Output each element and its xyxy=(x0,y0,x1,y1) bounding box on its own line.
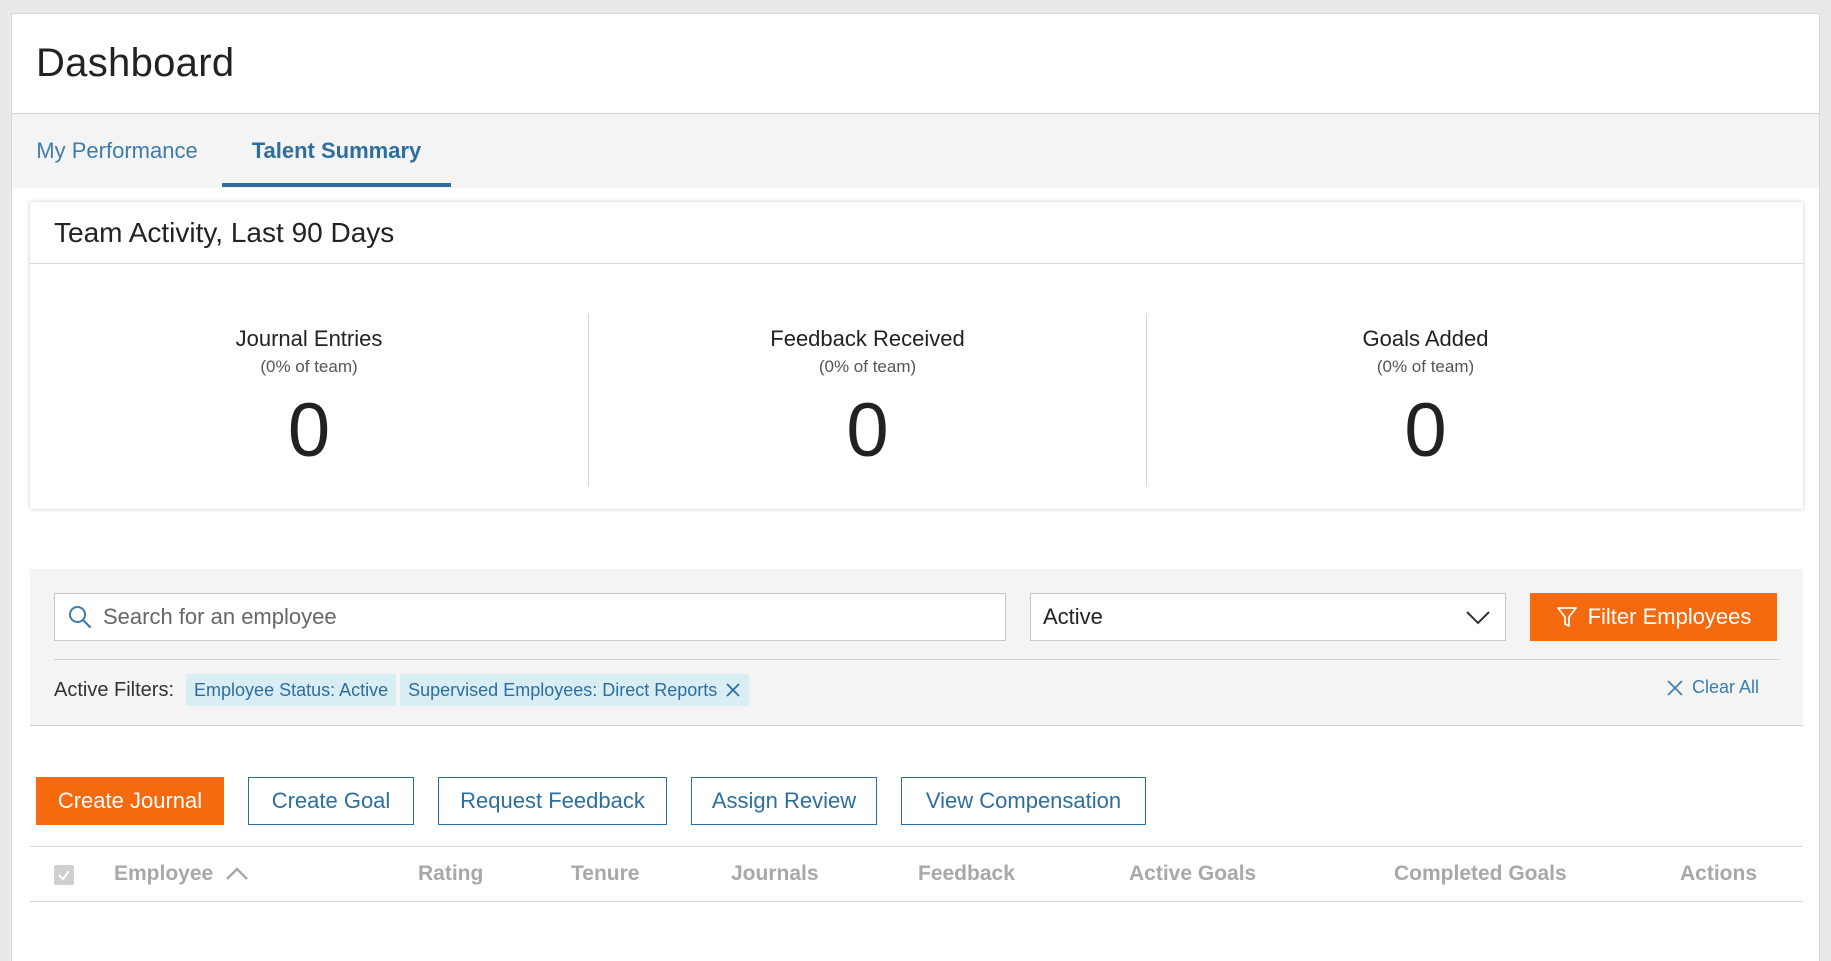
checkbox-icon xyxy=(58,870,70,881)
search-input[interactable] xyxy=(103,604,1005,630)
column-header-completed-goals[interactable]: Completed Goals xyxy=(1394,847,1567,901)
talent-summary-content: Team Activity, Last 90 Days Journal Entr… xyxy=(12,188,1819,961)
page-header: Dashboard xyxy=(12,14,1819,114)
view-compensation-button[interactable]: View Compensation xyxy=(901,777,1146,825)
employee-table-header: Employee Rating Tenure Journals Feedback… xyxy=(30,846,1803,902)
active-filters-row: Active Filters: Employee Status: Active … xyxy=(54,673,1779,707)
clear-all-label: Clear All xyxy=(1691,677,1759,697)
column-header-feedback[interactable]: Feedback xyxy=(918,847,1015,901)
team-activity-stats: Journal Entries (0% of team) 0 Feedback … xyxy=(30,314,1704,486)
column-header-actions: Actions xyxy=(1680,862,1758,885)
stat-value: 0 xyxy=(287,388,331,473)
chevron-down-icon xyxy=(1466,611,1490,625)
stat-journal-entries: Journal Entries (0% of team) 0 xyxy=(30,314,588,486)
stat-label: Journal Entries xyxy=(235,326,383,351)
tab-bar: My Performance Talent Summary xyxy=(12,114,1819,187)
page: Dashboard My Performance Talent Summary … xyxy=(11,13,1820,961)
active-filters-label: Active Filters: xyxy=(54,678,175,701)
divider xyxy=(30,725,1803,726)
clear-all-filters-button[interactable]: Clear All xyxy=(1666,677,1759,698)
request-feedback-button[interactable]: Request Feedback xyxy=(438,777,667,825)
assign-review-button[interactable]: Assign Review xyxy=(691,777,877,825)
team-activity-header: Team Activity, Last 90 Days xyxy=(30,202,1803,264)
create-journal-button[interactable]: Create Journal xyxy=(36,777,224,825)
filter-employees-button[interactable]: Filter Employees xyxy=(1530,593,1777,641)
column-header-active-goals[interactable]: Active Goals xyxy=(1129,847,1256,901)
divider xyxy=(54,659,1779,660)
create-goal-button[interactable]: Create Goal xyxy=(248,777,414,825)
team-activity-card: Team Activity, Last 90 Days Journal Entr… xyxy=(30,202,1803,509)
stat-feedback-received: Feedback Received (0% of team) 0 xyxy=(588,314,1146,486)
stat-goals-added: Goals Added (0% of team) 0 xyxy=(1146,314,1704,486)
stat-label: Feedback Received xyxy=(770,326,965,351)
filter-icon xyxy=(1556,607,1577,627)
select-all-checkbox[interactable] xyxy=(54,865,74,885)
column-header-rating[interactable]: Rating xyxy=(418,847,483,901)
status-select[interactable]: Active xyxy=(1030,593,1506,641)
tab-talent-summary[interactable]: Talent Summary xyxy=(222,114,451,187)
status-select-value: Active xyxy=(1043,604,1103,629)
filter-chip-employee-status: Employee Status: Active xyxy=(186,674,397,706)
column-header-employee[interactable]: Employee xyxy=(114,847,249,901)
employee-filter-bar: Active Filter Employees Active Filters: … xyxy=(30,569,1803,725)
column-header-tenure[interactable]: Tenure xyxy=(571,847,639,901)
filter-employees-label: Filter Employees xyxy=(1587,604,1752,629)
page-title: Dashboard xyxy=(36,41,235,85)
stat-percentage: (0% of team) xyxy=(260,357,358,376)
stat-percentage: (0% of team) xyxy=(1376,357,1475,376)
stat-value: 0 xyxy=(846,388,889,473)
column-header-journals[interactable]: Journals xyxy=(731,847,819,901)
employee-search[interactable] xyxy=(54,593,1006,641)
sort-ascending-icon xyxy=(226,867,249,880)
close-icon xyxy=(1667,679,1683,696)
stat-value: 0 xyxy=(1404,388,1447,473)
stat-label: Goals Added xyxy=(1362,326,1489,351)
close-icon[interactable] xyxy=(725,682,741,698)
filter-chip-supervised-employees: Supervised Employees: Direct Reports xyxy=(400,674,750,706)
filter-chip-label: Supervised Employees: Direct Reports xyxy=(408,679,718,700)
filter-chip-label: Employee Status: Active xyxy=(194,679,389,700)
search-icon xyxy=(69,606,92,629)
stat-percentage: (0% of team) xyxy=(818,357,917,376)
column-header-label: Employee xyxy=(114,862,214,885)
tab-my-performance[interactable]: My Performance xyxy=(12,114,222,187)
team-activity-title: Team Activity, Last 90 Days xyxy=(54,216,395,248)
